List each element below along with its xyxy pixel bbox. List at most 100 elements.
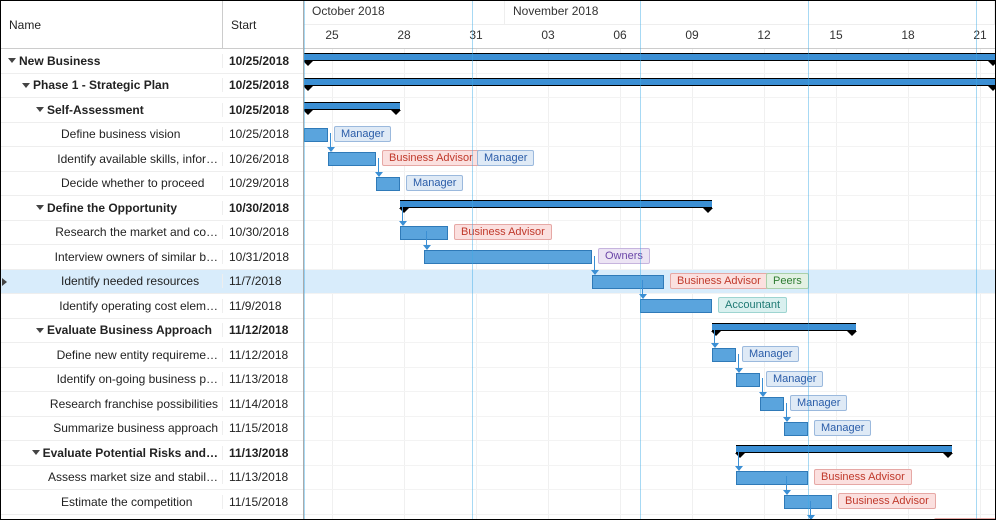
task-start-cell[interactable]: 11/13/2018 xyxy=(223,470,303,484)
task-name-cell[interactable]: Define business vision xyxy=(1,127,223,141)
task-name-cell[interactable]: Evaluate Potential Risks and… xyxy=(1,446,223,460)
task-start-cell[interactable]: 11/13/2018 xyxy=(223,446,303,460)
table-row[interactable]: Define new entity requireme…11/12/2018 xyxy=(1,343,303,368)
expander-icon[interactable] xyxy=(32,450,40,455)
task-start-cell[interactable]: 10/26/2018 xyxy=(223,152,303,166)
timeline-row[interactable]: Manager xyxy=(304,343,995,368)
summary-bar[interactable] xyxy=(304,78,995,86)
task-start-cell[interactable]: 11/13/2018 xyxy=(223,372,303,386)
task-bar[interactable] xyxy=(640,299,712,313)
task-start-cell[interactable]: 11/12/2018 xyxy=(223,348,303,362)
task-name-cell[interactable]: Identify on-going business p… xyxy=(1,372,223,386)
task-bar[interactable] xyxy=(784,422,808,436)
expander-icon[interactable] xyxy=(22,83,30,88)
task-bar[interactable] xyxy=(736,471,808,485)
task-name-cell[interactable]: Self-Assessment xyxy=(1,103,223,117)
summary-bar[interactable] xyxy=(304,102,400,110)
task-name-cell[interactable]: Identify needed resources xyxy=(1,274,223,288)
timeline-row[interactable]: Manager xyxy=(304,417,995,442)
table-row[interactable]: Evaluate Potential Risks and…11/13/2018 xyxy=(1,441,303,466)
timeline-row[interactable] xyxy=(304,319,995,344)
table-row[interactable]: Self-Assessment10/25/2018 xyxy=(1,98,303,123)
table-row[interactable]: Interview owners of similar b…10/31/2018 xyxy=(1,245,303,270)
task-start-cell[interactable]: 11/15/2018 xyxy=(223,421,303,435)
table-row[interactable]: Research the market and co…10/30/2018 xyxy=(1,221,303,246)
table-row[interactable]: Summarize business approach11/15/2018 xyxy=(1,417,303,442)
task-name-cell[interactable]: Assess market size and stabil… xyxy=(1,470,223,484)
task-bar[interactable] xyxy=(592,275,664,289)
task-bar[interactable] xyxy=(760,397,784,411)
task-name-cell[interactable]: Interview owners of similar b… xyxy=(1,250,223,264)
task-name-cell[interactable]: Phase 1 - Strategic Plan xyxy=(1,78,223,92)
task-bar[interactable] xyxy=(400,226,448,240)
timeline-row[interactable] xyxy=(304,441,995,466)
table-row[interactable]: Identify available skills, infor…10/26/2… xyxy=(1,147,303,172)
timeline-row[interactable]: Business Advisor xyxy=(304,466,995,491)
task-start-cell[interactable]: 11/14/2018 xyxy=(223,397,303,411)
timeline-row[interactable]: Manager xyxy=(304,392,995,417)
task-start-cell[interactable]: 11/15/2018 xyxy=(223,495,303,509)
expander-icon[interactable] xyxy=(36,107,44,112)
table-row[interactable]: New Business10/25/2018 xyxy=(1,49,303,74)
task-name-cell[interactable]: Decide whether to proceed xyxy=(1,176,223,190)
task-name-cell[interactable]: Research franchise possibilities xyxy=(1,397,223,411)
table-row[interactable]: Estimate the competition11/15/2018 xyxy=(1,490,303,515)
column-header-start[interactable]: Start xyxy=(223,1,303,48)
table-row[interactable]: Decide whether to proceed10/29/2018 xyxy=(1,172,303,197)
task-bar[interactable] xyxy=(304,128,328,142)
task-name-cell[interactable]: Define the Opportunity xyxy=(1,201,223,215)
task-start-cell[interactable]: 10/25/2018 xyxy=(223,78,303,92)
task-start-cell[interactable]: 10/29/2018 xyxy=(223,176,303,190)
summary-bar[interactable] xyxy=(400,200,712,208)
task-bar[interactable] xyxy=(328,152,376,166)
timeline-row[interactable]: Owners xyxy=(304,245,995,270)
table-row[interactable]: Define the Opportunity10/30/2018 xyxy=(1,196,303,221)
timeline-pane[interactable]: October 2018November 2018 25283103060912… xyxy=(304,1,995,519)
timeline-row[interactable]: Manager xyxy=(304,172,995,197)
summary-bar[interactable] xyxy=(712,323,856,331)
task-start-cell[interactable]: 10/25/2018 xyxy=(223,103,303,117)
task-name-cell[interactable]: Define new entity requireme… xyxy=(1,348,223,362)
timeline-row[interactable] xyxy=(304,98,995,123)
task-bar[interactable] xyxy=(712,348,736,362)
timeline-row[interactable]: Business Advisor xyxy=(304,490,995,515)
task-start-cell[interactable]: 11/12/2018 xyxy=(223,323,303,337)
task-name-cell[interactable]: Summarize business approach xyxy=(1,421,223,435)
timeline-row[interactable] xyxy=(304,74,995,99)
task-start-cell[interactable]: 11/7/2018 xyxy=(223,274,303,288)
task-start-cell[interactable]: 10/25/2018 xyxy=(223,54,303,68)
table-row[interactable]: Phase 1 - Strategic Plan10/25/2018 xyxy=(1,74,303,99)
summary-bar[interactable] xyxy=(736,445,952,453)
timeline-row[interactable]: Manager xyxy=(304,368,995,393)
task-name-cell[interactable]: Evaluate Business Approach xyxy=(1,323,223,337)
expander-icon[interactable] xyxy=(36,205,44,210)
timeline-row[interactable]: Business AdvisorManager xyxy=(304,147,995,172)
task-start-cell[interactable]: 10/30/2018 xyxy=(223,201,303,215)
timeline-row[interactable]: Business Adviso xyxy=(304,515,995,520)
column-header-name[interactable]: Name xyxy=(1,1,223,48)
task-name-cell[interactable]: Identify available skills, infor… xyxy=(1,152,223,166)
timeline-row[interactable]: Business Advisor xyxy=(304,221,995,246)
task-start-cell[interactable]: 11/9/2018 xyxy=(223,299,303,313)
table-row[interactable]: Assess market size and stabil…11/13/2018 xyxy=(1,466,303,491)
timeline-row[interactable] xyxy=(304,49,995,74)
task-start-cell[interactable]: 10/31/2018 xyxy=(223,250,303,264)
task-name-cell[interactable]: New Business xyxy=(1,54,223,68)
expander-icon[interactable] xyxy=(36,328,44,333)
summary-bar[interactable] xyxy=(304,53,995,61)
table-row[interactable]: Define business vision10/25/2018 xyxy=(1,123,303,148)
task-bar[interactable] xyxy=(376,177,400,191)
timeline-row[interactable]: Manager xyxy=(304,123,995,148)
task-bar[interactable] xyxy=(424,250,592,264)
table-row[interactable]: Evaluate Business Approach11/12/2018 xyxy=(1,319,303,344)
table-row[interactable]: Research franchise possibilities11/14/20… xyxy=(1,392,303,417)
expander-icon[interactable] xyxy=(8,58,16,63)
task-start-cell[interactable]: 10/25/2018 xyxy=(223,127,303,141)
task-name-cell[interactable]: Identify operating cost elem… xyxy=(1,299,223,313)
table-row[interactable]: Assess needed resource avail…11/16/2018 xyxy=(1,515,303,520)
task-start-cell[interactable]: 10/30/2018 xyxy=(223,225,303,239)
task-bar[interactable] xyxy=(736,373,760,387)
table-row[interactable]: Identify operating cost elem…11/9/2018 xyxy=(1,294,303,319)
table-row[interactable]: Identify on-going business p…11/13/2018 xyxy=(1,368,303,393)
task-name-cell[interactable]: Estimate the competition xyxy=(1,495,223,509)
